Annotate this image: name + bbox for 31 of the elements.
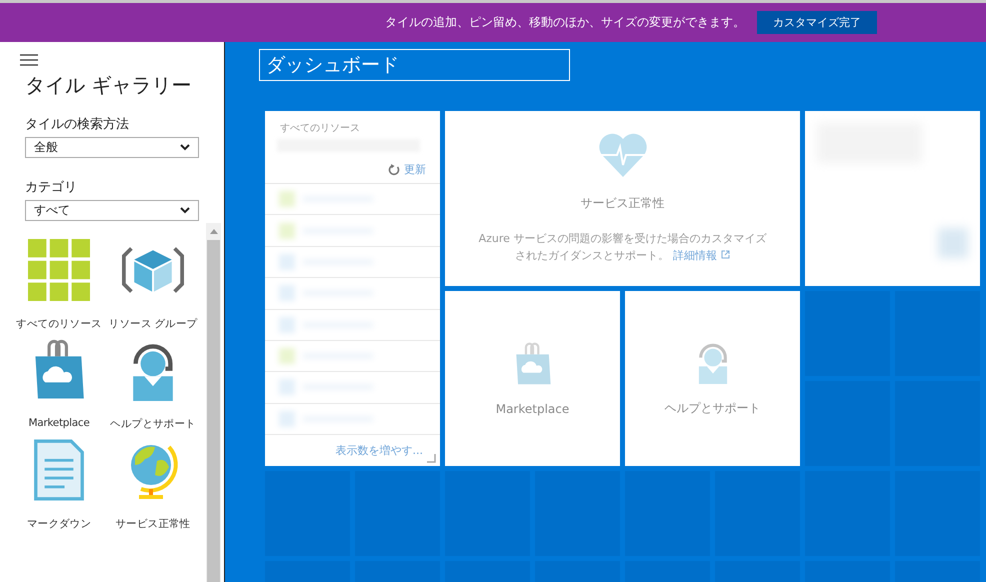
chevron-down-icon xyxy=(180,144,190,151)
menu-icon[interactable] xyxy=(20,54,38,66)
done-customizing-button[interactable]: カスタマイズ完了 xyxy=(757,11,877,34)
search-method-dropdown[interactable]: 全般 xyxy=(25,137,199,158)
dashboard-title-field[interactable]: ダッシュボード xyxy=(259,49,570,81)
panel-title: タイル ギャラリー xyxy=(25,72,192,99)
blurred-tile[interactable] xyxy=(805,111,980,286)
tile-title: すべてのリソース xyxy=(280,122,361,135)
gallery-tile[interactable]: マークダウン xyxy=(13,437,105,531)
field-label: タイルの検索方法 xyxy=(25,116,130,133)
chevron-down-icon xyxy=(180,207,190,214)
scrollbar[interactable] xyxy=(206,223,221,582)
scrollbar-thumb[interactable] xyxy=(207,240,220,582)
banner-message: タイルの追加、ピン留め、移動のほか、サイズの変更ができます。 xyxy=(385,14,745,31)
gallery-tile[interactable]: すべてのリソース xyxy=(13,237,105,331)
refresh-icon[interactable] xyxy=(388,164,400,176)
tile-description: Azure サービスの問題の影響を受けた場合のカスタマイズされたガイダンスとサポート。 詳細情報 xyxy=(478,231,768,264)
gallery-tile[interactable]: サービス正常性 xyxy=(107,437,199,531)
tile-title: ヘルプとサポート xyxy=(664,400,760,417)
gallery-tile[interactable]: ヘルプとサポート xyxy=(107,337,199,431)
resize-handle-icon[interactable] xyxy=(427,454,436,463)
external-link-icon[interactable] xyxy=(721,250,730,259)
scroll-up-arrow-icon[interactable] xyxy=(210,229,218,234)
category-dropdown[interactable]: すべて xyxy=(25,200,199,221)
tile-title: サービス正常性 xyxy=(580,195,664,212)
gallery-tile[interactable]: リソース グループ xyxy=(107,237,199,331)
tile-title: Marketplace xyxy=(496,402,570,416)
heart-pulse-icon xyxy=(598,133,648,177)
gallery-tile[interactable]: Marketplace xyxy=(13,337,105,431)
grid-icon xyxy=(28,239,90,301)
field-label: カテゴリ xyxy=(25,179,78,196)
